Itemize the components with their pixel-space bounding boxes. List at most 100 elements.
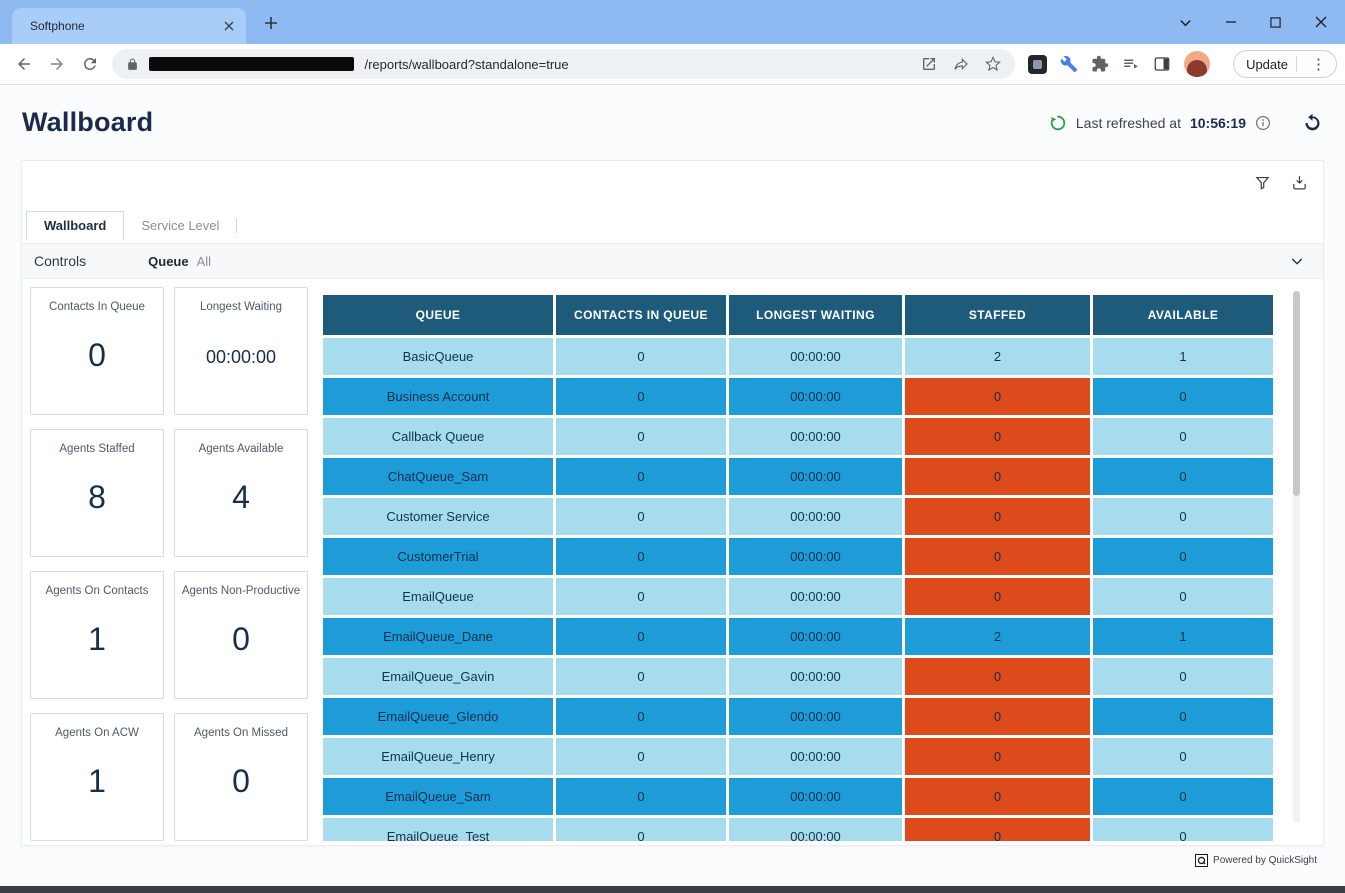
kpi-card: Agents Staffed8 [30,429,164,557]
tab-wallboard[interactable]: Wallboard [26,211,124,240]
cell-contacts-in-queue: 0 [556,418,726,455]
divider [1296,56,1297,72]
panel-toolbar [1254,174,1308,191]
cell-longest-waiting: 00:00:00 [729,498,902,535]
forward-icon[interactable] [43,49,72,79]
cell-available: 1 [1093,338,1273,375]
auto-refresh-icon [1049,114,1067,132]
kpi-grid: Contacts In Queue 0 Longest Waiting00:00:0… [30,287,308,841]
profile-avatar[interactable] [1184,51,1210,77]
scrollbar-thumb[interactable] [1293,291,1300,496]
chevron-down-icon[interactable] [1289,253,1305,269]
table-wrap: QUEUECONTACTS IN QUEUELONGEST WAITINGSTA… [323,295,1273,841]
open-in-new-icon[interactable] [921,56,937,72]
kpi-label: Agents On ACW [55,727,139,739]
cell-contacts-in-queue: 0 [556,578,726,615]
queue-filter-label: Queue [148,254,188,269]
cell-staffed: 0 [905,458,1090,495]
kpi-label: Agents Staffed [59,443,134,455]
url-actions [921,56,1001,72]
sheet-tabs: Wallboard Service Level [26,211,1319,240]
bookmark-star-icon[interactable] [985,56,1001,72]
cell-staffed: 0 [905,578,1090,615]
cell-longest-waiting: 00:00:00 [729,778,902,815]
refresh-button[interactable] [1302,112,1323,133]
column-header[interactable]: AVAILABLE [1093,295,1273,335]
extensions-puzzle-icon[interactable] [1091,55,1109,73]
cell-available: 0 [1093,778,1273,815]
powered-by: Powered by QuickSight [1195,854,1317,867]
page-title: Wallboard [22,107,153,138]
cell-staffed: 0 [905,738,1090,775]
cell-longest-waiting: 00:00:00 [729,578,902,615]
info-icon[interactable] [1255,115,1271,131]
side-panel-icon[interactable] [1153,55,1171,73]
lock-icon[interactable] [126,58,139,71]
close-button[interactable] [1298,0,1343,44]
cell-queue-name: EmailQueue_Glendo [323,698,553,735]
share-icon[interactable] [953,56,969,72]
kpi-value: 1 [88,763,106,800]
column-header[interactable]: QUEUE [323,295,553,335]
cell-available: 0 [1093,658,1273,695]
cell-available: 0 [1093,538,1273,575]
kpi-card: Agents Non-Productive0 [174,571,308,699]
cell-contacts-in-queue: 0 [556,738,726,775]
wrench-icon[interactable] [1060,55,1078,73]
minimize-button[interactable] [1208,0,1253,44]
queue-filter[interactable]: Queue All [148,254,211,269]
queue-filter-value: All [197,254,211,269]
filter-icon[interactable] [1254,174,1271,191]
kpi-card: Longest Waiting00:00:00 [174,287,308,415]
cell-staffed: 2 [905,618,1090,655]
kpi-card: Contacts In Queue 0 [30,287,164,415]
tab-search-icon[interactable] [1163,0,1208,44]
column-header[interactable]: STAFFED [905,295,1090,335]
cell-longest-waiting: 00:00:00 [729,378,902,415]
cell-available: 1 [1093,618,1273,655]
extensions-area: Update ⋮ [1028,50,1337,78]
cell-staffed: 2 [905,338,1090,375]
cell-queue-name: CustomerTrial [323,538,553,575]
kpi-card: Agents Available 4 [174,429,308,557]
cell-contacts-in-queue: 0 [556,498,726,535]
browser-titlebar: Softphone [0,0,1345,44]
playlist-icon[interactable] [1122,55,1140,73]
cell-available: 0 [1093,698,1273,735]
cell-contacts-in-queue: 0 [556,378,726,415]
new-tab-button[interactable] [258,10,284,36]
kpi-card: Agents On Contacts1 [30,571,164,699]
cell-longest-waiting: 00:00:00 [729,738,902,775]
cell-longest-waiting: 00:00:00 [729,418,902,455]
cell-staffed: 0 [905,818,1090,841]
cell-contacts-in-queue: 0 [556,778,726,815]
tab-close-icon[interactable] [220,17,238,35]
back-icon[interactable] [10,49,39,79]
kpi-label: Contacts In Queue [49,301,145,313]
kpi-label: Agents On Missed [194,727,288,739]
browser-tab[interactable]: Softphone [12,8,246,44]
kpi-value: 0 [88,337,106,374]
cell-contacts-in-queue: 0 [556,538,726,575]
kpi-value: 0 [232,621,250,658]
cell-available: 0 [1093,578,1273,615]
cell-available: 0 [1093,498,1273,535]
cell-staffed: 0 [905,498,1090,535]
kpi-value: 0 [232,763,250,800]
maximize-button[interactable] [1253,0,1298,44]
reload-icon[interactable] [76,49,105,79]
scrollbar[interactable] [1293,291,1300,823]
cell-staffed: 0 [905,778,1090,815]
extension-dark-icon[interactable] [1028,55,1047,74]
column-header[interactable]: CONTACTS IN QUEUE [556,295,726,335]
kpi-value: 4 [232,479,250,516]
kpi-label: Agents Available [199,443,284,455]
update-button[interactable]: Update ⋮ [1233,50,1337,78]
cell-available: 0 [1093,458,1273,495]
tab-service-level[interactable]: Service Level [124,211,236,240]
kebab-menu-icon[interactable]: ⋮ [1305,55,1332,73]
cell-available: 0 [1093,378,1273,415]
url-bar[interactable]: /reports/wallboard?standalone=true [112,49,1015,79]
column-header[interactable]: LONGEST WAITING [729,295,902,335]
export-icon[interactable] [1291,174,1308,191]
